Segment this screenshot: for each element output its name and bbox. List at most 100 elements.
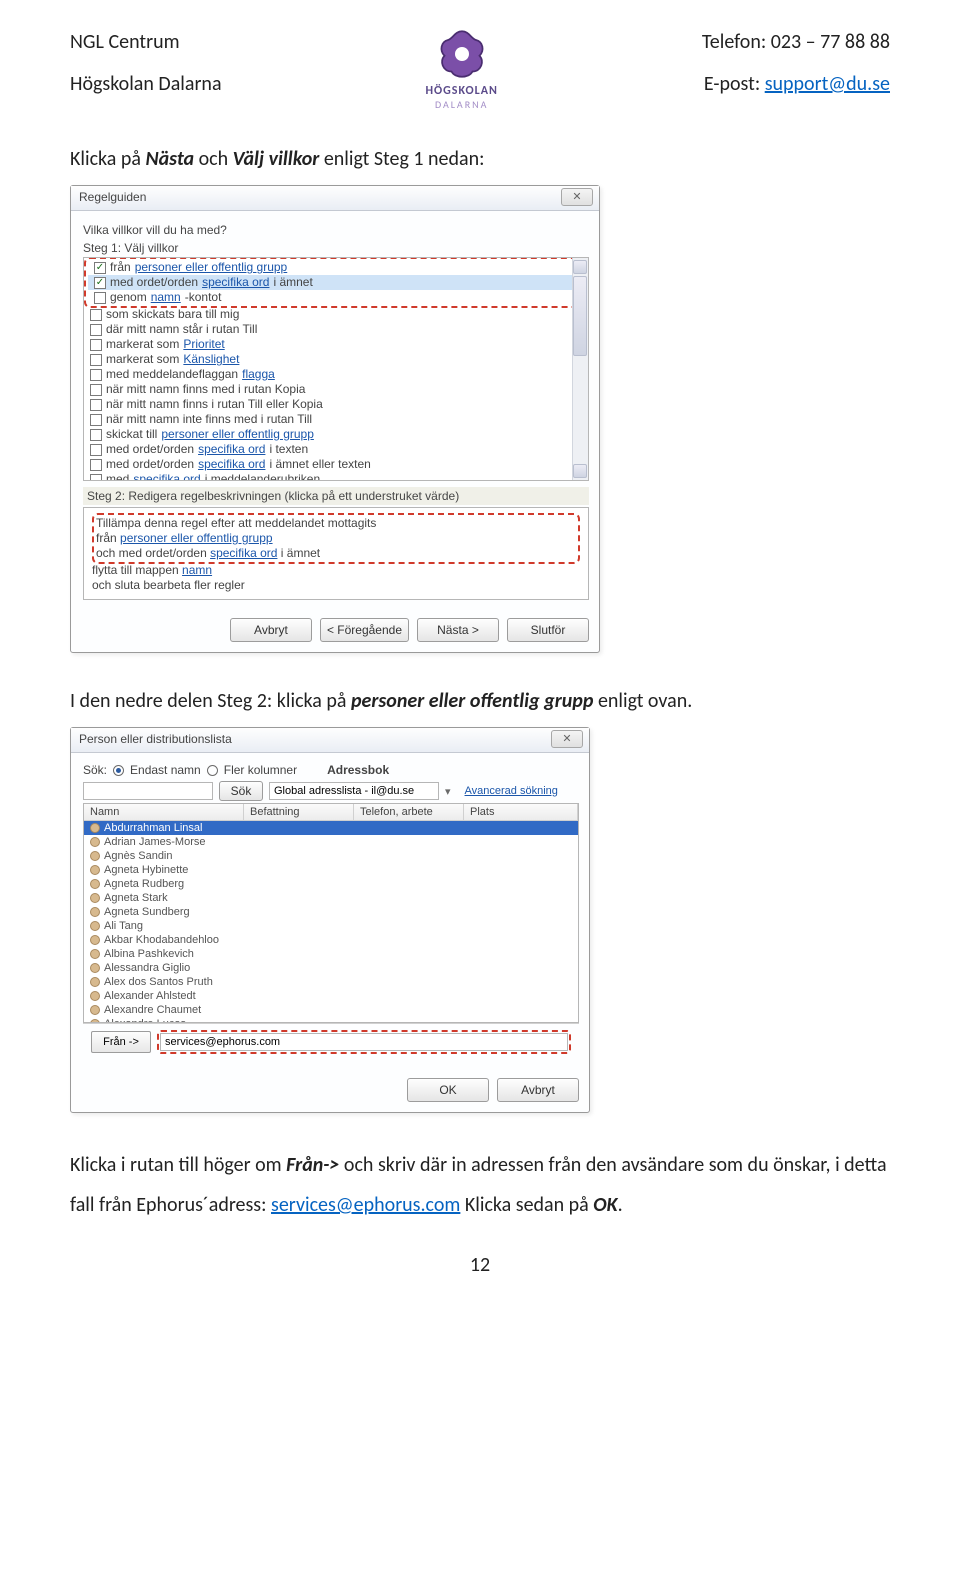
link-specific-words[interactable]: specifika ord xyxy=(210,546,277,560)
search-label: Sök: xyxy=(83,763,107,777)
list-item[interactable]: Agneta Stark xyxy=(84,891,578,905)
checkbox[interactable] xyxy=(90,309,102,321)
checkbox[interactable] xyxy=(94,292,106,304)
ok-button[interactable]: OK xyxy=(407,1078,489,1102)
checkbox[interactable] xyxy=(90,474,102,482)
condition-row[interactable]: när mitt namn finns med i rutan Kopia xyxy=(84,382,588,397)
scroll-down-icon[interactable] xyxy=(573,464,587,478)
condition-link[interactable]: specifika ord xyxy=(198,457,265,472)
condition-row[interactable]: med ordet/orden specifika ord i texten xyxy=(84,442,588,457)
condition-row[interactable]: markerat som Prioritet xyxy=(84,337,588,352)
names-listbox[interactable]: Namn Befattning Telefon, arbete Plats Ab… xyxy=(83,803,579,1023)
conditions-listbox[interactable]: ✓från personer eller offentlig grupp✓med… xyxy=(83,257,589,481)
list-item[interactable]: Alex dos Santos Pruth xyxy=(84,975,578,989)
condition-link[interactable]: specifika ord xyxy=(133,472,200,481)
condition-row[interactable]: skickat till personer eller offentlig gr… xyxy=(84,427,588,442)
list-item[interactable]: Alexander Ahlstedt xyxy=(84,989,578,1003)
rule-wizard-dialog: Regelguiden ✕ Vilka villkor vill du ha m… xyxy=(70,185,600,653)
condition-link[interactable]: personer eller offentlig grupp xyxy=(161,427,314,442)
list-item[interactable]: Agnès Sandin xyxy=(84,849,578,863)
ephorus-address-link[interactable]: services@ephorus.com xyxy=(271,1193,460,1217)
checkbox[interactable] xyxy=(90,414,102,426)
checkbox[interactable] xyxy=(90,444,102,456)
list-item[interactable]: Albina Pashkevich xyxy=(84,947,578,961)
checkbox[interactable] xyxy=(90,384,102,396)
scroll-thumb[interactable] xyxy=(573,276,587,356)
condition-link[interactable]: personer eller offentlig grupp xyxy=(135,260,288,275)
condition-row[interactable]: med meddelandeflaggan flagga xyxy=(84,367,588,382)
support-email-link[interactable]: support@du.se xyxy=(765,72,890,96)
condition-row[interactable]: ✓från personer eller offentlig grupp xyxy=(88,260,584,275)
search-input[interactable] xyxy=(83,782,213,800)
previous-button[interactable]: < Föregående xyxy=(320,618,409,642)
radio-more-columns[interactable] xyxy=(207,765,218,776)
rule-desc-line-1: Tillämpa denna regel efter att meddeland… xyxy=(96,516,576,531)
dialog-title: Regelguiden xyxy=(79,190,146,204)
condition-link[interactable]: namn xyxy=(151,290,181,305)
condition-link[interactable]: Prioritet xyxy=(183,337,224,352)
list-item[interactable]: Alexandre Chaumet xyxy=(84,1003,578,1017)
col-location[interactable]: Plats xyxy=(464,804,578,820)
condition-row[interactable]: genom namn-kontot xyxy=(88,290,584,305)
next-button[interactable]: Nästa > xyxy=(417,618,499,642)
close-button[interactable]: ✕ xyxy=(551,730,583,748)
radio-more-columns-label: Fler kolumner xyxy=(224,763,297,777)
condition-row[interactable]: ✓med ordet/orden specifika ord i ämnet xyxy=(88,275,584,290)
list-item[interactable]: Agneta Rudberg xyxy=(84,877,578,891)
list-item[interactable]: Agneta Sundberg xyxy=(84,905,578,919)
logo-block: HÖGSKOLAN DALARNA xyxy=(425,26,497,111)
condition-link[interactable]: specifika ord xyxy=(202,275,269,290)
condition-link[interactable]: Känslighet xyxy=(183,352,239,367)
radio-name-only[interactable] xyxy=(113,765,124,776)
list-item[interactable]: Ali Tang xyxy=(84,919,578,933)
rule-desc-line-3: och med ordet/orden specifika ord i ämne… xyxy=(96,546,576,561)
list-item[interactable]: Akbar Khodabandehloo xyxy=(84,933,578,947)
finish-button[interactable]: Slutför xyxy=(507,618,589,642)
list-item[interactable]: Abdurrahman Linsal xyxy=(84,821,578,835)
cancel-button[interactable]: Avbryt xyxy=(497,1078,579,1102)
condition-link[interactable]: specifika ord xyxy=(198,442,265,457)
checkbox[interactable]: ✓ xyxy=(94,277,106,289)
cancel-button[interactable]: Avbryt xyxy=(230,618,312,642)
col-phone[interactable]: Telefon, arbete xyxy=(354,804,464,820)
checkbox[interactable] xyxy=(90,399,102,411)
condition-row[interactable]: med ordet/orden specifika ord i ämnet el… xyxy=(84,457,588,472)
address-list-dropdown[interactable] xyxy=(269,782,439,800)
header-right: Telefon: 023 – 77 88 88 E-post: support@… xyxy=(702,30,890,96)
condition-row[interactable]: när mitt namn finns i rutan Till eller K… xyxy=(84,397,588,412)
list-item[interactable]: Alessandra Giglio xyxy=(84,961,578,975)
highlighted-conditions: ✓från personer eller offentlig grupp✓med… xyxy=(84,257,588,308)
close-button[interactable]: ✕ xyxy=(561,188,593,206)
person-icon xyxy=(90,879,100,889)
dalarna-logo-icon xyxy=(434,26,490,82)
condition-row[interactable]: som skickats bara till mig xyxy=(84,307,588,322)
condition-row[interactable]: markerat som Känslighet xyxy=(84,352,588,367)
condition-row[interactable]: när mitt namn inte finns med i rutan Til… xyxy=(84,412,588,427)
list-item[interactable]: Alexandre Lucas xyxy=(84,1017,578,1023)
checkbox[interactable] xyxy=(90,339,102,351)
checkbox[interactable] xyxy=(90,429,102,441)
list-item[interactable]: Agneta Hybinette xyxy=(84,863,578,877)
condition-row[interactable]: med specifika ord i meddelanderubriken xyxy=(84,472,588,481)
checkbox[interactable] xyxy=(90,459,102,471)
from-input[interactable] xyxy=(160,1033,568,1051)
link-people-group[interactable]: personer eller offentlig grupp xyxy=(120,531,273,545)
from-button[interactable]: Från -> xyxy=(91,1031,151,1053)
phone-label: Telefon: xyxy=(702,30,766,54)
checkbox[interactable] xyxy=(90,354,102,366)
condition-link[interactable]: flagga xyxy=(242,367,275,382)
scroll-up-icon[interactable] xyxy=(573,260,587,274)
checkbox[interactable] xyxy=(90,369,102,381)
checkbox[interactable] xyxy=(90,324,102,336)
list-item[interactable]: Adrian James-Morse xyxy=(84,835,578,849)
condition-row[interactable]: där mitt namn står i rutan Till xyxy=(84,322,588,337)
checkbox[interactable]: ✓ xyxy=(94,262,106,274)
col-title[interactable]: Befattning xyxy=(244,804,354,820)
search-button[interactable]: Sök xyxy=(219,781,263,801)
email-label: E-post: xyxy=(704,72,760,96)
advanced-search-link[interactable]: Avancerad sökning xyxy=(465,785,558,797)
col-name[interactable]: Namn xyxy=(84,804,244,820)
org-name: Högskolan Dalarna xyxy=(70,72,222,96)
scrollbar[interactable] xyxy=(572,258,588,480)
link-folder-name[interactable]: namn xyxy=(182,563,212,577)
